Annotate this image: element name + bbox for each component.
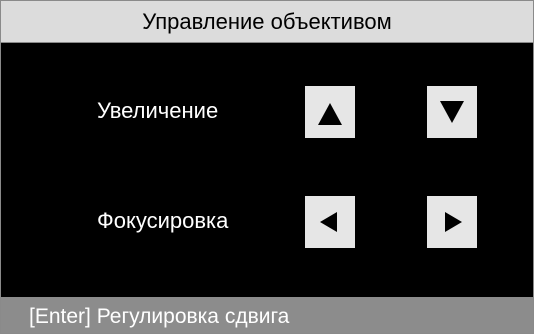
focus-near-button[interactable] [305,196,355,248]
window-title: Управление объективом [1,1,533,43]
zoom-out-button[interactable] [427,86,477,138]
lens-control-panel: Увеличение Фокусировка [1,43,533,297]
focus-label: Фокусировка [97,208,229,233]
triangle-left-icon [320,212,337,232]
focus-far-button[interactable] [427,196,477,248]
triangle-down-icon [440,101,464,123]
lens-control-window: Управление объективом Увеличение Фокусир… [0,0,534,334]
zoom-in-button[interactable] [305,86,355,138]
status-hint: [Enter] Регулировка сдвига [1,297,533,333]
triangle-up-icon [318,103,342,125]
triangle-right-icon [445,212,462,232]
zoom-label: Увеличение [97,98,219,123]
